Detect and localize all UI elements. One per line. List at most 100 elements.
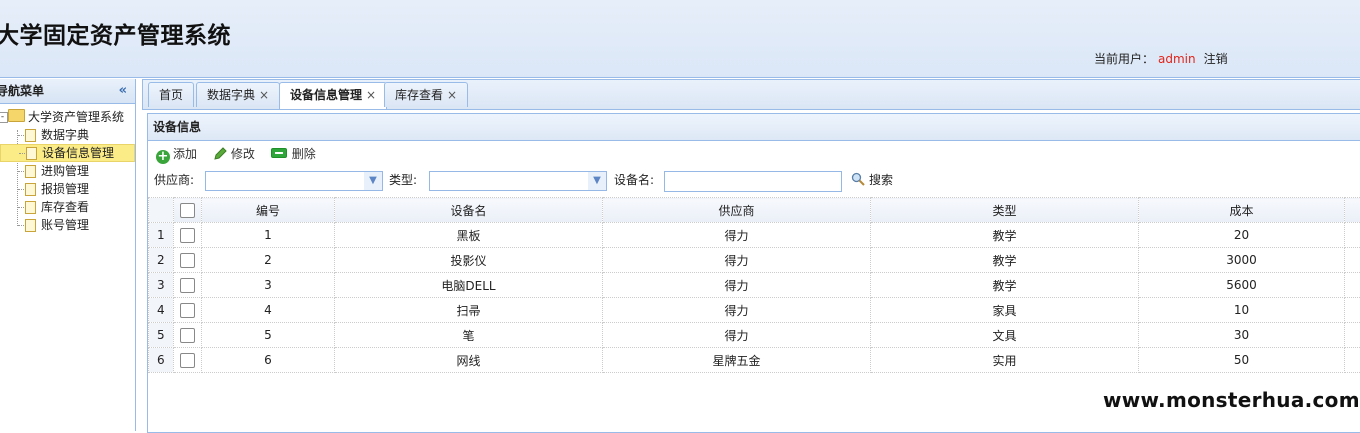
sidebar-header: 导航菜单 « [0, 79, 135, 104]
cell-spacer [1345, 223, 1360, 248]
table-row[interactable]: 44扫帚得力家具10 [149, 298, 1360, 323]
cell-type: 教学 [871, 248, 1139, 273]
cell-supplier: 星牌五金 [603, 348, 871, 373]
cell-spacer [1345, 248, 1360, 273]
cell-type: 教学 [871, 223, 1139, 248]
sidebar-item-label: 报损管理 [41, 182, 89, 196]
app-header: 大学固定资产管理系统 当前用户：admin注销 [0, 0, 1360, 78]
cell-id: 5 [202, 323, 335, 348]
search-button[interactable]: 搜索 [851, 167, 893, 193]
page-icon [25, 201, 36, 214]
page-icon [26, 147, 37, 160]
delete-label: 删除 [292, 147, 316, 161]
tab-label: 首页 [159, 88, 183, 102]
collapse-icon[interactable]: « [119, 79, 127, 103]
cell-cost: 5600 [1139, 273, 1345, 298]
column-header[interactable]: 编号 [202, 198, 335, 223]
delete-button[interactable]: 删除 [271, 141, 316, 167]
tree-connector [18, 225, 24, 226]
checkbox[interactable] [180, 353, 195, 368]
column-header[interactable]: 供应商 [603, 198, 871, 223]
tree-root[interactable]: - 大学资产管理系统 [0, 108, 135, 126]
table-row[interactable]: 22投影仪得力教学3000 [149, 248, 1360, 273]
table-row[interactable]: 33电脑DELL得力教学5600 [149, 273, 1360, 298]
page-icon [25, 219, 36, 232]
collapse-node-icon[interactable]: - [0, 112, 8, 123]
table-row[interactable]: 55笔得力文具30 [149, 323, 1360, 348]
close-icon[interactable]: × [259, 88, 269, 102]
cell-type: 家具 [871, 298, 1139, 323]
tree-connector [18, 135, 24, 136]
tab-inventory[interactable]: 库存查看 × [384, 82, 468, 107]
cell-spacer [1345, 348, 1360, 373]
sidebar-item-purchase[interactable]: 进购管理 [0, 162, 135, 180]
edit-button[interactable]: 修改 [213, 141, 255, 167]
tab-label: 库存查看 [395, 88, 443, 102]
tree-connector [19, 153, 25, 154]
sidebar-item-data-dictionary[interactable]: 数据字典 [0, 126, 135, 144]
row-checkbox[interactable] [174, 223, 202, 248]
column-header[interactable]: 成本 [1139, 198, 1345, 223]
cell-cost: 50 [1139, 348, 1345, 373]
row-number-header [149, 198, 174, 223]
tree-connector [18, 171, 24, 172]
column-header[interactable]: 设备名 [335, 198, 603, 223]
supplier-select[interactable]: ▼ [205, 171, 383, 191]
close-icon[interactable]: × [366, 88, 376, 102]
chevron-down-icon[interactable]: ▼ [363, 172, 382, 190]
app-title: 大学固定资产管理系统 [0, 16, 231, 50]
cell-type: 教学 [871, 273, 1139, 298]
type-label: 类型: [389, 167, 417, 193]
cell-id: 4 [202, 298, 335, 323]
cell-spacer [1345, 298, 1360, 323]
nav-tree: - 大学资产管理系统 数据字典 设备信息管理 进购管理 报损管理 库存查看 账号… [0, 104, 135, 234]
cell-name: 黑板 [335, 223, 603, 248]
cell-name: 扫帚 [335, 298, 603, 323]
row-checkbox[interactable] [174, 348, 202, 373]
table-row[interactable]: 66网线星牌五金实用50 [149, 348, 1360, 373]
checkbox[interactable] [180, 203, 195, 218]
cell-spacer [1345, 323, 1360, 348]
sidebar-item-inventory[interactable]: 库存查看 [0, 198, 135, 216]
sidebar-item-label: 账号管理 [41, 218, 89, 232]
row-checkbox[interactable] [174, 323, 202, 348]
type-select[interactable]: ▼ [429, 171, 607, 191]
tab-data-dictionary[interactable]: 数据字典× [196, 82, 280, 107]
checkbox[interactable] [180, 303, 195, 318]
add-button[interactable]: +添加 [156, 141, 197, 167]
sidebar-item-label: 进购管理 [41, 164, 89, 178]
close-icon[interactable]: × [447, 88, 457, 102]
row-checkbox[interactable] [174, 273, 202, 298]
page-icon [25, 183, 36, 196]
filter-bar: 供应商: ▼ 类型: ▼ 设备名: 搜索 [148, 167, 1360, 193]
equipment-panel: 设备信息 +添加 修改 删除 供应商: ▼ 类型: ▼ 设备名: 搜索 编号 设… [147, 113, 1360, 433]
cell-supplier: 得力 [603, 223, 871, 248]
checkbox[interactable] [180, 328, 195, 343]
edit-label: 修改 [231, 147, 255, 161]
column-header[interactable]: 类型 [871, 198, 1139, 223]
checkbox[interactable] [180, 278, 195, 293]
tab-home[interactable]: 首页 [148, 82, 194, 107]
cell-id: 6 [202, 348, 335, 373]
row-number: 4 [149, 298, 174, 323]
name-label: 设备名: [614, 167, 654, 193]
row-checkbox[interactable] [174, 248, 202, 273]
chevron-down-icon[interactable]: ▼ [587, 172, 606, 190]
search-label: 搜索 [869, 173, 893, 187]
nav-sidebar: 导航菜单 « - 大学资产管理系统 数据字典 设备信息管理 进购管理 报损管理 … [0, 79, 136, 431]
cell-name: 电脑DELL [335, 273, 603, 298]
select-all-checkbox[interactable] [174, 198, 202, 223]
logout-link[interactable]: 注销 [1204, 52, 1228, 66]
sidebar-item-damage[interactable]: 报损管理 [0, 180, 135, 198]
equipment-name-input[interactable] [664, 171, 842, 192]
equipment-table: 编号 设备名 供应商 类型 成本 11黑板得力教学2022投影仪得力教学3000… [148, 197, 1360, 373]
sidebar-item-accounts[interactable]: 账号管理 [0, 216, 135, 234]
checkbox[interactable] [180, 228, 195, 243]
tab-equipment-info[interactable]: 设备信息管理× [279, 82, 387, 109]
table-row[interactable]: 11黑板得力教学20 [149, 223, 1360, 248]
sidebar-item-equipment-info[interactable]: 设备信息管理 [0, 144, 135, 162]
cell-cost: 10 [1139, 298, 1345, 323]
row-checkbox[interactable] [174, 298, 202, 323]
row-number: 2 [149, 248, 174, 273]
checkbox[interactable] [180, 253, 195, 268]
